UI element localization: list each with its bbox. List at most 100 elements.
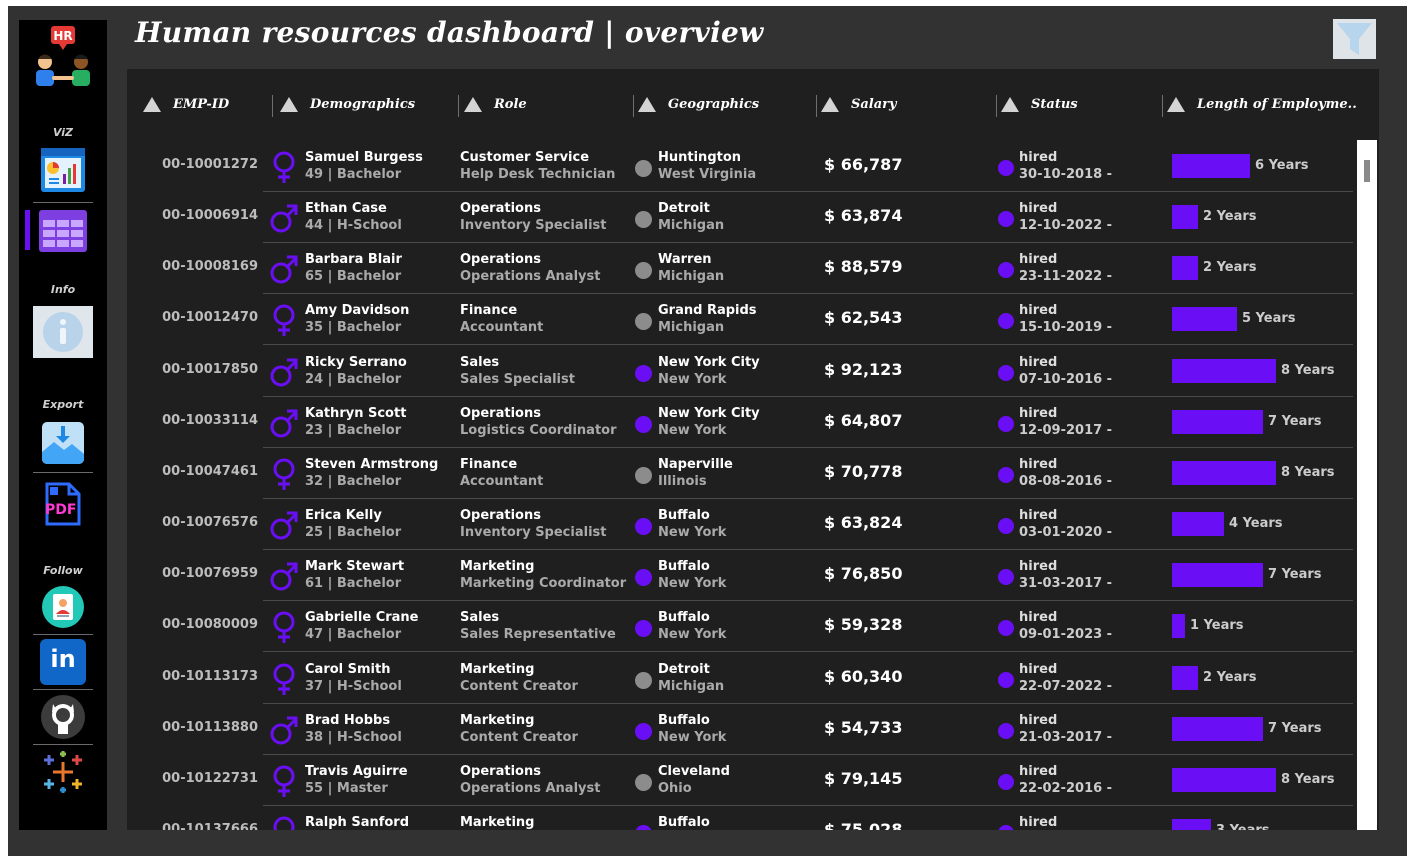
employee-salary: $ 60,340: [824, 666, 903, 686]
employee-id: 00-10008169: [162, 259, 258, 275]
employee-salary: $ 79,145: [824, 768, 903, 788]
employment-length-label: 3 Years: [1216, 823, 1270, 830]
employee-salary: $ 88,579: [824, 257, 903, 277]
hr-logo-text: HR: [53, 29, 73, 43]
employee-salary: $ 64,807: [824, 410, 903, 430]
table-row[interactable]: 00-10006914 Ethan Case 44 | H-School Operat…: [127, 192, 1367, 244]
employee-name: Ethan Case: [305, 201, 387, 217]
employee-job-title: Accountant: [460, 320, 544, 336]
employee-status: hired: [1019, 252, 1058, 268]
dashboard-icon[interactable]: [39, 146, 87, 194]
employee-salary: $ 75,028: [824, 819, 903, 830]
sort-ascending-icon[interactable]: [1167, 96, 1185, 112]
employee-hire-date: 03-01-2020 -: [1019, 525, 1113, 541]
sort-ascending-icon[interactable]: [464, 96, 482, 112]
employee-id: 00-10122731: [162, 770, 258, 786]
table-row[interactable]: 00-10017850 Ricky Serrano 24 | Bachelor Sal…: [127, 346, 1367, 397]
filter-button[interactable]: [1333, 19, 1376, 59]
column-header-6[interactable]: Length of Employme..: [1167, 91, 1357, 117]
location-dot: [635, 160, 652, 177]
column-header-5[interactable]: Status: [1001, 91, 1078, 117]
employee-name: Travis Aguirre: [305, 763, 408, 779]
sort-ascending-icon[interactable]: [143, 96, 161, 112]
location-dot: [635, 364, 652, 382]
employee-age-education: 35 | Bachelor: [305, 320, 402, 336]
scrollbar-thumb[interactable]: [1364, 160, 1370, 182]
column-header-1[interactable]: Demographics: [280, 91, 415, 117]
employment-length-bar: [1172, 460, 1276, 485]
vertical-scrollbar[interactable]: [1357, 140, 1377, 830]
employee-salary: $ 66,787: [824, 155, 903, 174]
table-row[interactable]: 00-10008169 Barbara Blair 65 | Bachelor Ope…: [127, 243, 1367, 295]
table-row[interactable]: 00-10137666 Ralph Sanford Marketing Buffalo…: [127, 806, 1367, 830]
employee-job-title: Help Desk Technician: [460, 167, 616, 182]
table-row[interactable]: 00-10113173 Carol Smith 37 | H-School Marke…: [127, 653, 1367, 704]
employee-city: Buffalo: [658, 559, 710, 575]
employee-status: hired: [1019, 610, 1058, 626]
table-row[interactable]: 00-10076959 Mark Stewart 61 | Bachelor Mark…: [127, 550, 1367, 602]
column-header-2[interactable]: Role: [464, 91, 527, 117]
table-row[interactable]: 00-10047461 Steven Armstrong 32 | Bachelor…: [127, 448, 1367, 499]
employee-status: hired: [1019, 201, 1058, 217]
employee-city: Buffalo: [658, 508, 710, 524]
employee-salary: $ 62,543: [824, 308, 903, 328]
status-dot: [998, 211, 1014, 228]
employee-hire-date: 30-10-2018 -: [1019, 167, 1113, 182]
employee-name: Mark Stewart: [305, 559, 405, 575]
employee-department: Sales: [460, 610, 500, 626]
sort-ascending-icon[interactable]: [638, 96, 656, 112]
location-dot: [635, 262, 652, 280]
employment-length-label: 2 Years: [1203, 669, 1257, 685]
employment-length-label: 2 Years: [1203, 260, 1257, 276]
employee-salary: $ 70,778: [824, 461, 903, 481]
table-view-icon[interactable]: [39, 210, 87, 252]
location-dot: [635, 824, 652, 830]
employee-job-title: Sales Specialist: [460, 371, 575, 387]
employee-salary: $ 76,850: [824, 564, 903, 584]
table-row[interactable]: 00-10033114 Kathryn Scott 23 | Bachelor Ope…: [127, 397, 1367, 448]
header-separator: [633, 95, 634, 117]
employee-age-education: 37 | H-School: [305, 678, 402, 694]
table-row[interactable]: 00-10080009 Gabrielle Crane 47 | Bachelor S…: [127, 601, 1367, 653]
employee-salary: $ 92,123: [824, 359, 903, 379]
table-row[interactable]: 00-10122731 Travis Aguirre 55 | Master Oper…: [127, 755, 1367, 806]
employee-job-title: Operations Analyst: [460, 269, 601, 285]
employee-status: hired: [1019, 150, 1058, 165]
male-icon: [270, 509, 298, 541]
employee-state: Illinois: [658, 473, 707, 489]
male-icon: [270, 356, 298, 388]
employee-status: hired: [1019, 763, 1058, 779]
employment-length-label: 6 Years: [1255, 158, 1309, 173]
image-export-icon[interactable]: [42, 422, 84, 464]
table-row[interactable]: 00-10113880 Brad Hobbs 38 | H-School Market…: [127, 704, 1367, 755]
column-header-4[interactable]: Salary: [821, 91, 897, 117]
column-header-label: Role: [494, 96, 527, 112]
sort-ascending-icon[interactable]: [821, 96, 839, 112]
table-row[interactable]: 00-10076576 Erica Kelly 25 | Bachelor Opera…: [127, 499, 1367, 551]
sort-ascending-icon[interactable]: [280, 96, 298, 112]
tableau-icon[interactable]: [41, 750, 85, 794]
info-icon[interactable]: [33, 306, 93, 358]
employment-length-bar: [1172, 563, 1263, 588]
employee-city: Detroit: [658, 201, 710, 217]
employee-status: hired: [1019, 508, 1058, 524]
employee-city: Warren: [658, 252, 712, 268]
column-header-0[interactable]: EMP-ID: [143, 91, 229, 117]
column-header-label: Status: [1031, 96, 1078, 112]
location-dot: [635, 620, 652, 638]
status-dot: [998, 518, 1014, 535]
linkedin-label: in: [50, 645, 76, 673]
status-dot: [998, 620, 1014, 637]
github-icon[interactable]: [40, 694, 86, 740]
employee-state: Ohio: [658, 780, 692, 796]
table-row[interactable]: 00-10001272 Samuel Burgess 49 | Bachelor Cu…: [127, 141, 1367, 192]
employee-hire-date: 12-09-2017 -: [1019, 422, 1113, 438]
employee-department: Operations: [460, 252, 541, 268]
column-header-3[interactable]: Geographics: [638, 91, 759, 117]
status-dot: [998, 671, 1014, 688]
location-dot: [635, 518, 652, 536]
sort-ascending-icon[interactable]: [1001, 96, 1019, 112]
employee-job-title: Content Creator: [460, 678, 578, 694]
table-row[interactable]: 00-10012470 Amy Davidson 35 | Bachelor Fina…: [127, 294, 1367, 346]
portfolio-icon[interactable]: [42, 586, 84, 628]
